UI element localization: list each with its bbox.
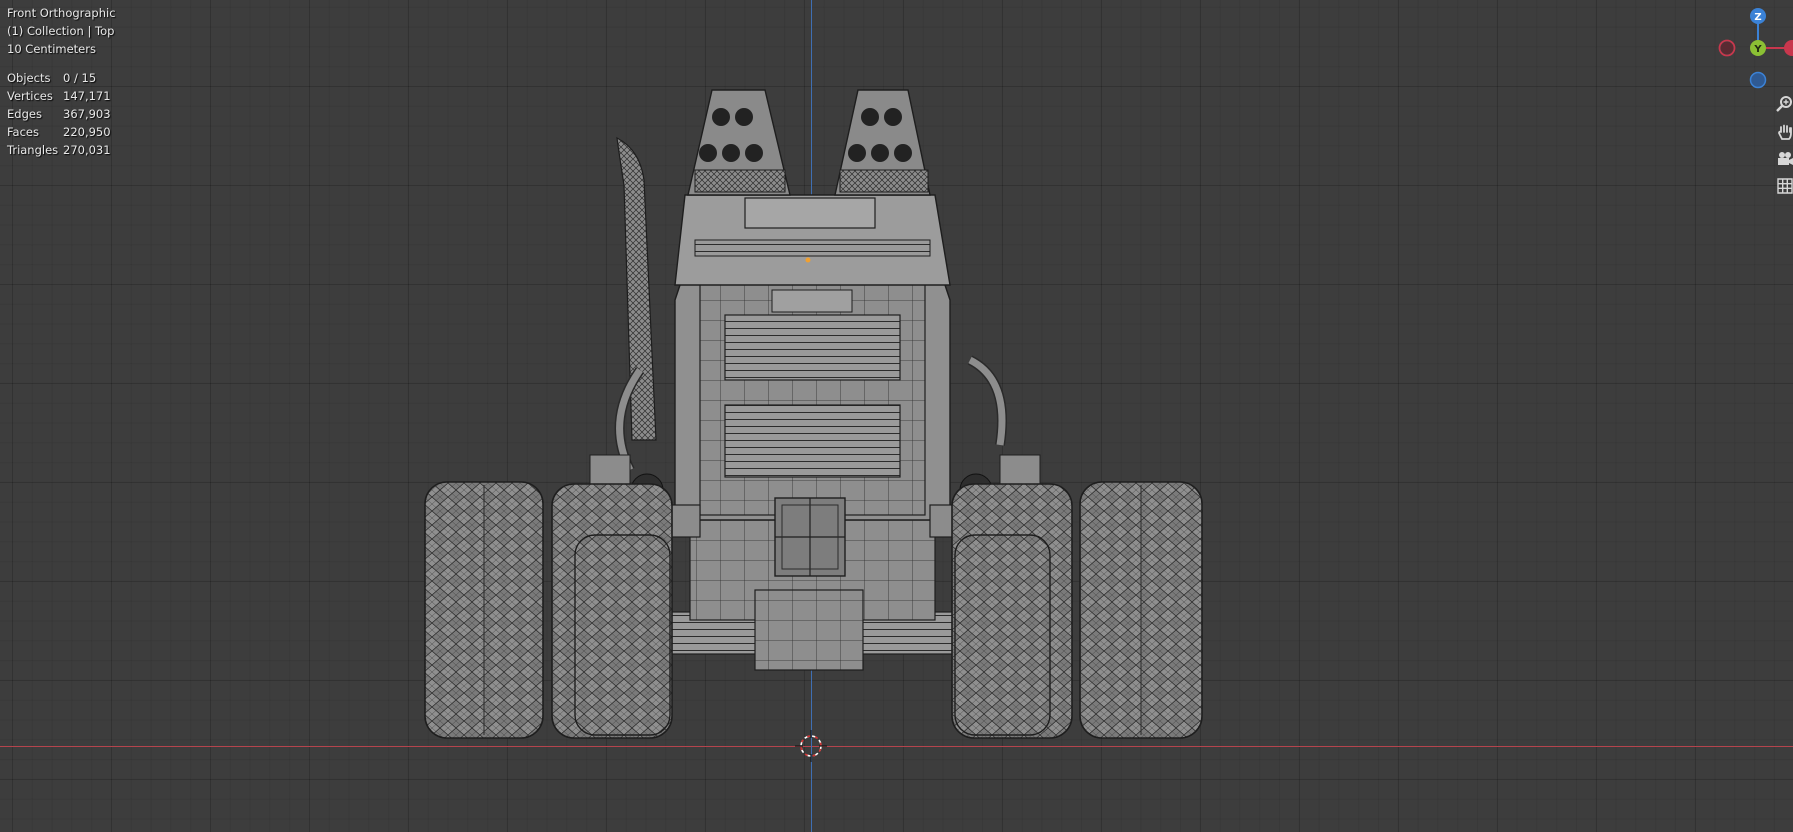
rocket-pod-right — [834, 89, 931, 196]
stat-row-edges: Edges 367,903 — [7, 105, 111, 123]
stat-row-faces: Faces 220,950 — [7, 123, 111, 141]
stat-label: Edges — [7, 107, 42, 121]
stat-row-objects: Objects 0 / 15 — [7, 69, 111, 87]
x-axis-handle[interactable] — [1784, 40, 1793, 56]
upper-grille — [724, 314, 901, 381]
z-axis-label: Z — [1754, 12, 1761, 23]
camera-icon[interactable] — [1770, 145, 1793, 173]
view-name: Front Orthographic — [7, 6, 116, 20]
stat-label: Vertices — [7, 89, 53, 103]
3d-cursor[interactable] — [795, 730, 827, 762]
3d-viewport[interactable]: Front Orthographic (1) Collection | Top … — [0, 0, 1793, 832]
wheel-outer-right — [1079, 481, 1203, 739]
collection-info: (1) Collection | Top — [7, 24, 115, 38]
stat-value: 367,903 — [63, 107, 111, 121]
grid-scale: 10 Centimeters — [7, 42, 96, 56]
scene-statistics: Objects 0 / 15 Vertices 147,171 Edges 36… — [7, 69, 111, 159]
navigation-gizmo[interactable]: Z Y — [1700, 0, 1793, 100]
wheel-inner-left — [551, 483, 673, 739]
tow-block — [754, 589, 864, 671]
wheel-inner-right — [951, 483, 1073, 739]
hand-pan-icon[interactable] — [1770, 118, 1793, 146]
zoom-icon[interactable] — [1770, 90, 1793, 118]
neg-z-axis-handle[interactable] — [1749, 71, 1767, 89]
stat-label: Objects — [7, 71, 51, 85]
lower-grille — [724, 404, 901, 478]
stat-label: Faces — [7, 125, 39, 139]
stat-value: 270,031 — [63, 143, 111, 157]
stat-value: 220,950 — [63, 125, 111, 139]
stat-value: 147,171 — [63, 89, 111, 103]
origin-point — [805, 257, 811, 263]
wheel-outer-left — [424, 481, 544, 739]
stat-value: 0 / 15 — [63, 71, 97, 85]
vehicle-model-wireframe[interactable] — [0, 0, 1793, 832]
y-axis-label: Y — [1753, 44, 1762, 55]
grid-icon[interactable] — [1770, 172, 1793, 200]
stat-row-vertices: Vertices 147,171 — [7, 87, 111, 105]
stat-label: Triangles — [7, 143, 59, 157]
rocket-pod-left — [687, 89, 791, 196]
stat-row-triangles: Triangles 270,031 — [7, 141, 111, 159]
